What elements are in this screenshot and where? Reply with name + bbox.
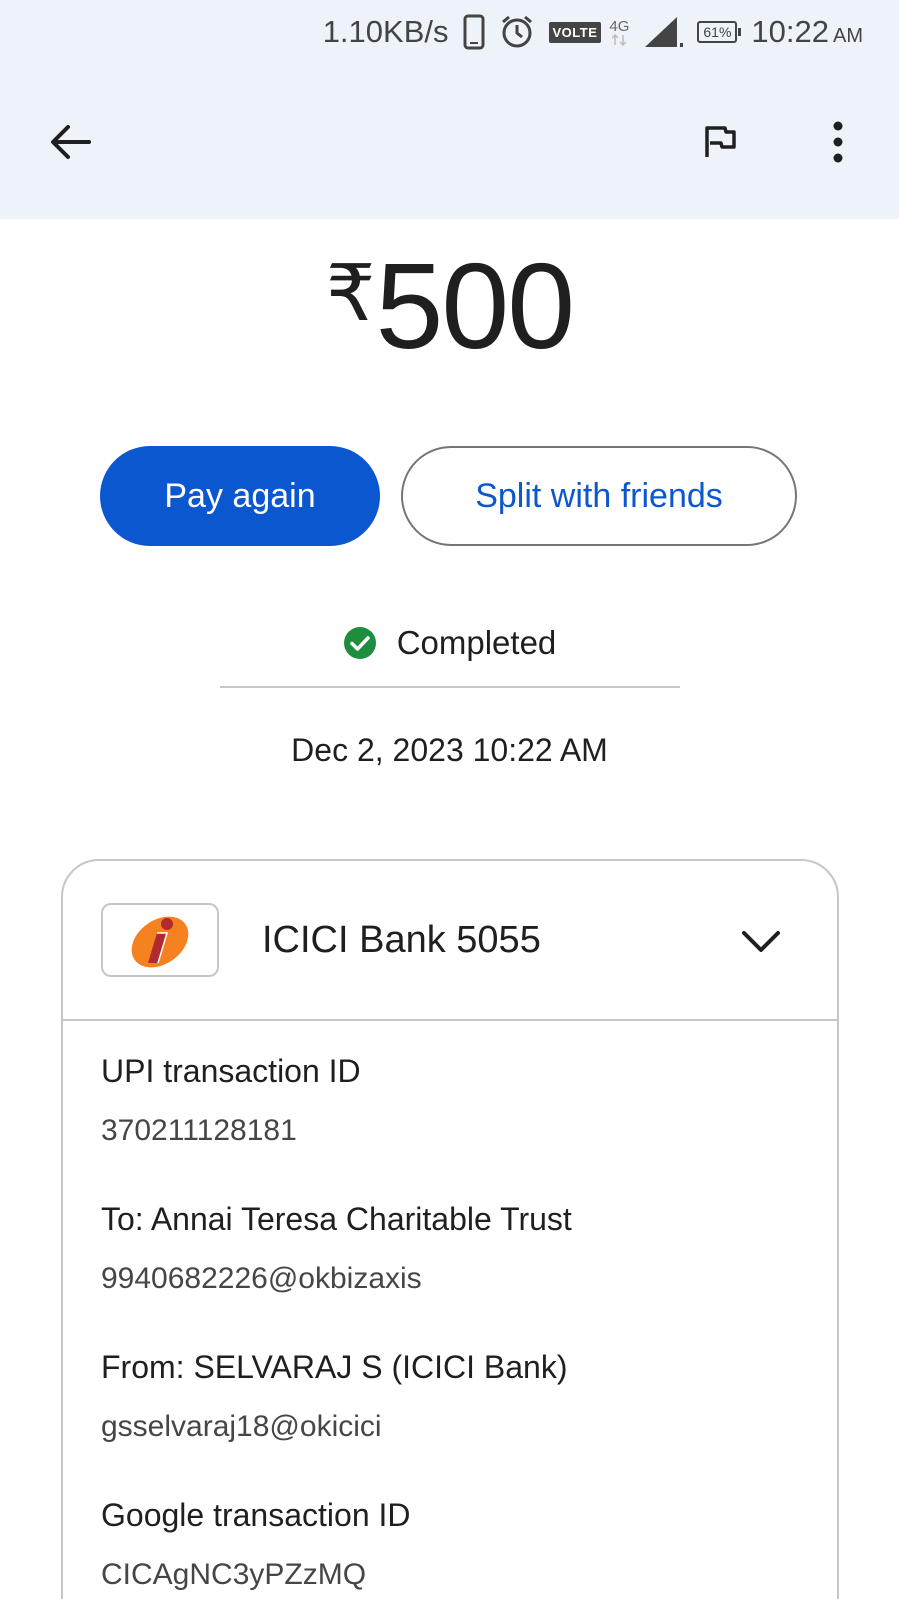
detail-label: From: SELVARAJ S (ICICI Bank): [101, 1349, 568, 1385]
detail-sender: From: SELVARAJ S (ICICI Bank) gsselvaraj…: [101, 1349, 567, 1444]
check-circle-icon: [343, 627, 376, 659]
detail-value[interactable]: CICAgNC3yPZzMQ: [101, 1558, 411, 1592]
detail-value[interactable]: gsselvaraj18@okicici: [101, 1410, 567, 1444]
volte-badge: VOLTE: [548, 21, 602, 43]
detail-google-transaction-id: Google transaction ID CICAgNC3yPZzMQ: [101, 1497, 411, 1592]
split-with-friends-button[interactable]: Split with friends: [401, 446, 797, 546]
status-bar: 1.10KB/s VOLTE 4G 61% 10:22 AM: [0, 0, 899, 64]
icici-logo-icon: [131, 916, 189, 968]
detail-value[interactable]: 370211128181: [101, 1114, 361, 1148]
payment-amount: ₹500: [0, 228, 899, 371]
network-speed: 1.10KB/s: [322, 14, 449, 49]
transaction-datetime: Dec 2, 2023 10:22 AM: [291, 732, 608, 768]
detail-label: Google transaction ID: [101, 1497, 411, 1533]
more-vert-icon: [833, 121, 843, 163]
bank-account-name: ICICI Bank 5055: [262, 919, 541, 961]
app-bar: [0, 64, 899, 219]
more-options-button[interactable]: [808, 112, 868, 172]
bank-account-header[interactable]: ICICI Bank 5055: [63, 861, 837, 1021]
transaction-details-card: ICICI Bank 5055 UPI transaction ID 37021…: [61, 859, 839, 1599]
divider: [220, 686, 680, 688]
alarm-icon: [499, 14, 535, 50]
signal-icon: [643, 15, 684, 49]
network-type: 4G: [609, 19, 629, 46]
back-arrow-icon: [51, 125, 91, 159]
detail-label: To: Annai Teresa Charitable Trust: [101, 1201, 572, 1237]
battery-icon: 61%: [697, 21, 742, 43]
detail-upi-transaction-id: UPI transaction ID 370211128181: [101, 1053, 361, 1148]
amount-value: 500: [375, 238, 576, 374]
flag-icon: [705, 126, 736, 157]
chevron-down-icon: [742, 931, 780, 952]
detail-recipient: To: Annai Teresa Charitable Trust 994068…: [101, 1201, 572, 1296]
expand-button[interactable]: [731, 913, 791, 969]
phone-icon: [463, 14, 485, 50]
status-label: Completed: [396, 624, 557, 661]
back-button[interactable]: [40, 112, 100, 172]
bank-logo: [101, 903, 219, 977]
detail-label: UPI transaction ID: [101, 1053, 361, 1089]
detail-value[interactable]: 9940682226@okbizaxis: [101, 1262, 572, 1296]
clock: 10:22 AM: [751, 14, 863, 49]
pay-again-button[interactable]: Pay again: [100, 446, 380, 546]
payment-status: Completed: [0, 618, 899, 668]
currency-symbol: ₹: [325, 249, 376, 337]
report-button[interactable]: [690, 112, 750, 172]
